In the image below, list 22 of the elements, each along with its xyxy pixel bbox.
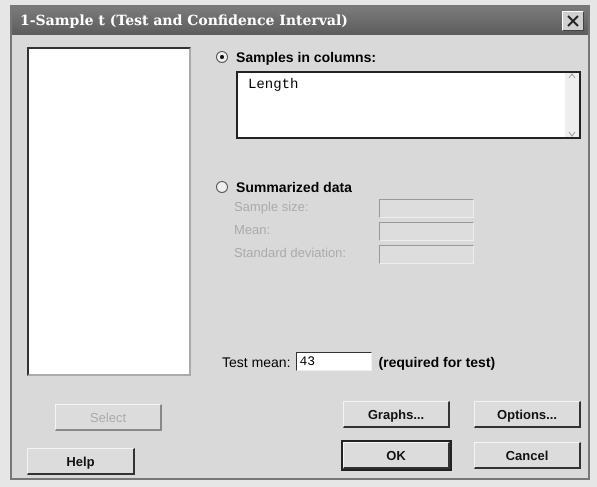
radio-label: Samples in columns: (236, 49, 376, 65)
field-label: Test mean: (222, 354, 290, 370)
hint-text: (required for test) (378, 354, 496, 370)
help-button[interactable]: Help (27, 448, 135, 475)
columns-field[interactable]: Length (236, 71, 581, 139)
cancel-button[interactable]: Cancel (474, 442, 581, 469)
input-field[interactable] (379, 245, 474, 264)
field-value: Length (247, 76, 300, 95)
variable-list[interactable] (27, 47, 191, 376)
scrollbar[interactable] (565, 73, 579, 137)
input-field[interactable] (379, 199, 474, 218)
radio-button[interactable] (216, 181, 228, 193)
graphs-button[interactable]: Graphs... (343, 401, 450, 428)
close-icon (567, 15, 579, 27)
input-field[interactable] (379, 222, 474, 241)
close-button[interactable] (562, 11, 584, 31)
options-button[interactable]: Options... (474, 401, 581, 428)
radio-button[interactable] (216, 51, 228, 63)
window-title: 1-Sample t (Test and Confidence Interval) (20, 13, 348, 29)
radio-label: Summarized data (236, 179, 352, 195)
test-mean-field[interactable]: 43 (296, 352, 372, 371)
ok-button[interactable]: OK (343, 442, 450, 469)
